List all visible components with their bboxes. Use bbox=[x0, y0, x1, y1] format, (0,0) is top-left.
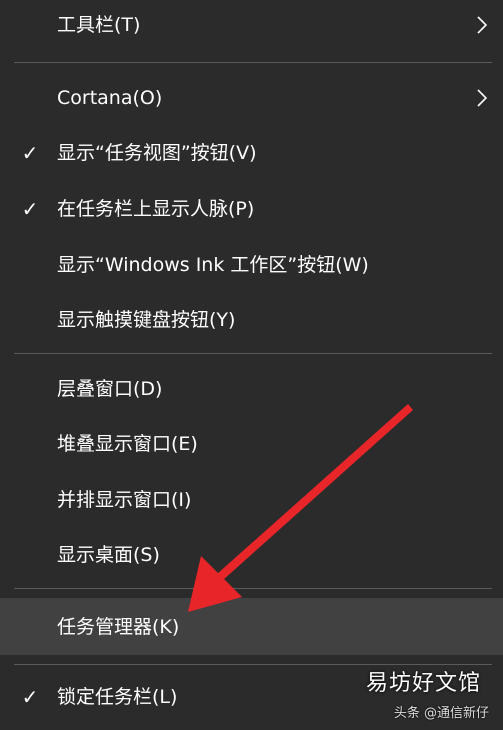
menu-item-show-task-view-button[interactable]: ✓ 显示“任务视图”按钮(V) bbox=[0, 128, 503, 178]
watermark-subtext: 头条 @通信新仔 bbox=[393, 706, 489, 721]
checkmark-icon: ✓ bbox=[21, 685, 39, 709]
menu-item-task-manager[interactable]: 任务管理器(K) bbox=[0, 598, 503, 655]
menu-item-show-desktop[interactable]: 显示桌面(S) bbox=[0, 530, 503, 580]
menu-separator bbox=[14, 62, 492, 63]
menu-item-label: Cortana(O) bbox=[57, 87, 163, 109]
menu-item-stack-windows[interactable]: 堆叠显示窗口(E) bbox=[0, 419, 503, 469]
menu-item-label: 显示“任务视图”按钮(V) bbox=[57, 142, 257, 164]
menu-item-cascade-windows[interactable]: 层叠窗口(D) bbox=[0, 364, 503, 414]
menu-item-show-people[interactable]: ✓ 在任务栏上显示人脉(P) bbox=[0, 184, 503, 234]
menu-item-show-windows-ink-button[interactable]: 显示“Windows Ink 工作区”按钮(W) bbox=[0, 240, 503, 290]
menu-separator bbox=[14, 353, 492, 354]
taskbar-context-menu: 工具栏(T) Cortana(O) ✓ 显示“任务视图”按钮(V) ✓ 在任务栏… bbox=[0, 0, 503, 730]
menu-item-label: 堆叠显示窗口(E) bbox=[57, 433, 198, 455]
menu-item-label: 锁定任务栏(L) bbox=[57, 686, 178, 708]
checkmark-icon: ✓ bbox=[21, 197, 39, 221]
menu-item-toolbars[interactable]: 工具栏(T) bbox=[0, 0, 503, 50]
menu-item-label: 任务管理器(K) bbox=[57, 615, 180, 638]
menu-item-label: 显示“Windows Ink 工作区”按钮(W) bbox=[57, 254, 369, 276]
menu-item-cortana[interactable]: Cortana(O) bbox=[0, 73, 503, 123]
menu-item-label: 显示桌面(S) bbox=[57, 544, 160, 566]
checkmark-icon: ✓ bbox=[21, 141, 39, 165]
menu-item-label: 层叠窗口(D) bbox=[57, 378, 163, 400]
menu-item-label: 在任务栏上显示人脉(P) bbox=[57, 198, 255, 220]
menu-item-label: 工具栏(T) bbox=[57, 14, 141, 36]
menu-item-label: 并排显示窗口(I) bbox=[57, 489, 192, 511]
menu-item-label: 显示触摸键盘按钮(Y) bbox=[57, 309, 236, 331]
menu-item-show-touch-keyboard-button[interactable]: 显示触摸键盘按钮(Y) bbox=[0, 295, 503, 345]
chevron-right-icon bbox=[477, 16, 488, 34]
chevron-right-icon bbox=[477, 89, 488, 107]
menu-separator bbox=[14, 588, 492, 589]
menu-item-side-by-side-windows[interactable]: 并排显示窗口(I) bbox=[0, 475, 503, 525]
watermark-text: 易坊好文馆 bbox=[365, 671, 481, 696]
